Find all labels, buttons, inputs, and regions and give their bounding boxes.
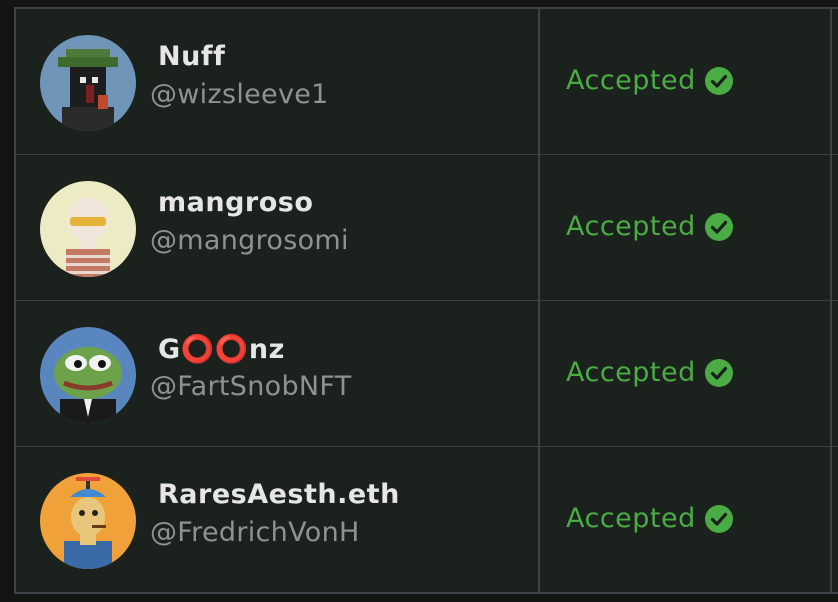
status-badge: Accepted [566,65,733,96]
user-handle: @mangrosomi [150,225,349,256]
status-label: Accepted [566,211,696,242]
display-name: G⭕⭕nz [158,334,285,365]
status-label: Accepted [566,65,696,96]
table-row[interactable]: Nuff @wizsleeve1 Accepted [16,9,838,155]
user-table: Nuff @wizsleeve1 Accepted mangroso @mang… [14,7,838,594]
table-row[interactable]: RaresAesth.eth @FredrichVonH Accepted [16,447,838,593]
user-cell[interactable]: mangroso @mangrosomi [16,155,540,300]
user-cell[interactable]: G⭕⭕nz @FartSnobNFT [16,301,540,446]
user-cell[interactable]: RaresAesth.eth @FredrichVonH [16,447,540,593]
display-name: mangroso [158,187,314,218]
status-badge: Accepted [566,503,733,534]
user-handle: @FartSnobNFT [150,371,352,402]
check-circle-icon [704,66,733,95]
user-handle: @FredrichVonH [150,517,360,548]
status-cell: Accepted [540,155,832,300]
pepe-frog-avatar[interactable] [40,327,136,423]
table-row[interactable]: mangroso @mangrosomi Accepted [16,155,838,301]
user-handle: @wizsleeve1 [150,79,329,110]
table-row[interactable]: G⭕⭕nz @FartSnobNFT Accepted [16,301,838,447]
status-badge: Accepted [566,211,733,242]
status-badge: Accepted [566,357,733,388]
check-circle-icon [704,504,733,533]
user-table-frame: Nuff @wizsleeve1 Accepted mangroso @mang… [0,0,838,602]
status-cell: Accepted [540,447,832,593]
user-cell[interactable]: Nuff @wizsleeve1 [16,9,540,154]
check-circle-icon [704,358,733,387]
status-cell: Accepted [540,301,832,446]
status-cell: Accepted [540,9,832,154]
status-label: Accepted [566,503,696,534]
display-name: Nuff [158,41,226,72]
display-name: RaresAesth.eth [158,479,400,510]
propeller-hat-avatar[interactable] [40,473,136,569]
check-circle-icon [704,212,733,241]
status-label: Accepted [566,357,696,388]
bald-character-avatar[interactable] [40,181,136,277]
pixel-punk-avatar[interactable] [40,35,136,131]
